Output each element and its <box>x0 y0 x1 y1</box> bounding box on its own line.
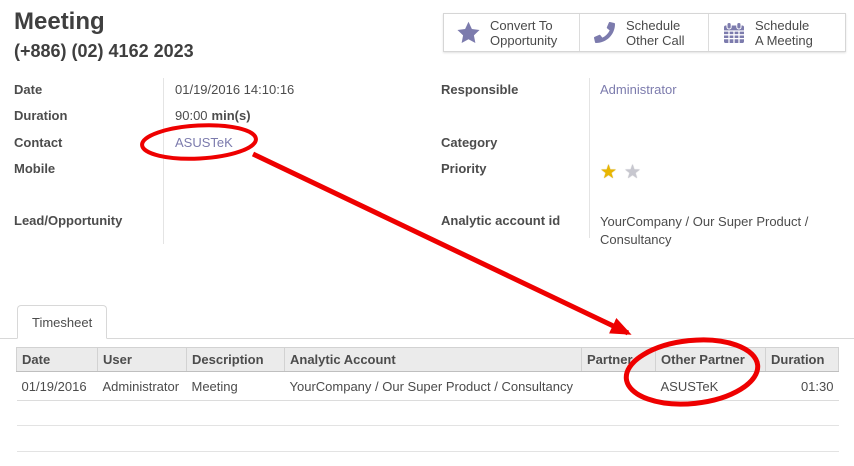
col-header-analytic-account[interactable]: Analytic Account <box>285 348 582 372</box>
button-label: Schedule Other Call <box>626 18 685 48</box>
field-group-right: Responsible Administrator Category Prior… <box>441 78 854 258</box>
analytic-account-label: Analytic account id <box>441 213 560 228</box>
mobile-label: Mobile <box>14 161 55 176</box>
tab-timesheet[interactable]: Timesheet <box>17 305 107 339</box>
responsible-label: Responsible <box>441 82 518 97</box>
star-filled-icon[interactable]: ★ <box>600 162 624 183</box>
timesheet-table: Date User Description Analytic Account P… <box>16 347 839 452</box>
cell-user: Administrator <box>98 372 187 401</box>
timesheet-row[interactable]: 01/19/2016 Administrator Meeting YourCom… <box>17 372 839 401</box>
calendar-icon <box>721 20 746 45</box>
star-empty-icon[interactable]: ★ <box>624 162 648 183</box>
cell-partner <box>582 372 656 401</box>
contact-value-link[interactable]: ASUSTeK <box>175 135 233 150</box>
field-separator-line <box>589 78 590 238</box>
responsible-value-link[interactable]: Administrator <box>600 82 677 97</box>
contact-label: Contact <box>14 135 62 150</box>
duration-unit: min(s) <box>212 108 251 123</box>
page-title: Meeting <box>14 8 105 36</box>
priority-label: Priority <box>441 161 487 176</box>
empty-row <box>17 401 839 426</box>
analytic-account-value: YourCompany / Our Super Product / Consul… <box>600 213 818 249</box>
meeting-form-page: Meeting (+886) (02) 4162 2023 Convert To… <box>0 0 854 466</box>
field-group-left: Date 01/19/2016 14:10:16 Duration 90:00m… <box>14 78 432 246</box>
phone-icon <box>592 20 617 45</box>
header-button-group: Convert To Opportunity Schedule Other Ca… <box>443 13 846 52</box>
button-label: Convert To Opportunity <box>490 18 557 48</box>
priority-stars: ★★ <box>600 161 648 184</box>
schedule-other-call-button[interactable]: Schedule Other Call <box>579 14 708 51</box>
cell-duration: 01:30 <box>766 372 839 401</box>
cell-analytic-account: YourCompany / Our Super Product / Consul… <box>285 372 582 401</box>
lead-opportunity-label: Lead/Opportunity <box>14 213 122 228</box>
star-icon <box>456 20 481 45</box>
table-header-row: Date User Description Analytic Account P… <box>17 348 839 372</box>
col-header-description[interactable]: Description <box>187 348 285 372</box>
col-header-date[interactable]: Date <box>17 348 98 372</box>
cell-date: 01/19/2016 <box>17 372 98 401</box>
duration-value: 90:00min(s) <box>175 108 251 123</box>
duration-label: Duration <box>14 108 67 123</box>
date-label: Date <box>14 82 42 97</box>
col-header-duration[interactable]: Duration <box>766 348 839 372</box>
button-label: Schedule A Meeting <box>755 18 813 48</box>
empty-row <box>17 426 839 452</box>
category-label: Category <box>441 135 497 150</box>
notebook-divider <box>0 338 854 339</box>
schedule-a-meeting-button[interactable]: Schedule A Meeting <box>708 14 845 51</box>
date-value: 01/19/2016 14:10:16 <box>175 82 294 97</box>
cell-other-partner: ASUSTeK <box>656 372 766 401</box>
convert-to-opportunity-button[interactable]: Convert To Opportunity <box>444 14 579 51</box>
field-separator-line <box>163 78 164 244</box>
col-header-partner[interactable]: Partner <box>582 348 656 372</box>
phone-number-subtitle: (+886) (02) 4162 2023 <box>14 41 194 62</box>
col-header-user[interactable]: User <box>98 348 187 372</box>
cell-description: Meeting <box>187 372 285 401</box>
col-header-other-partner[interactable]: Other Partner <box>656 348 766 372</box>
